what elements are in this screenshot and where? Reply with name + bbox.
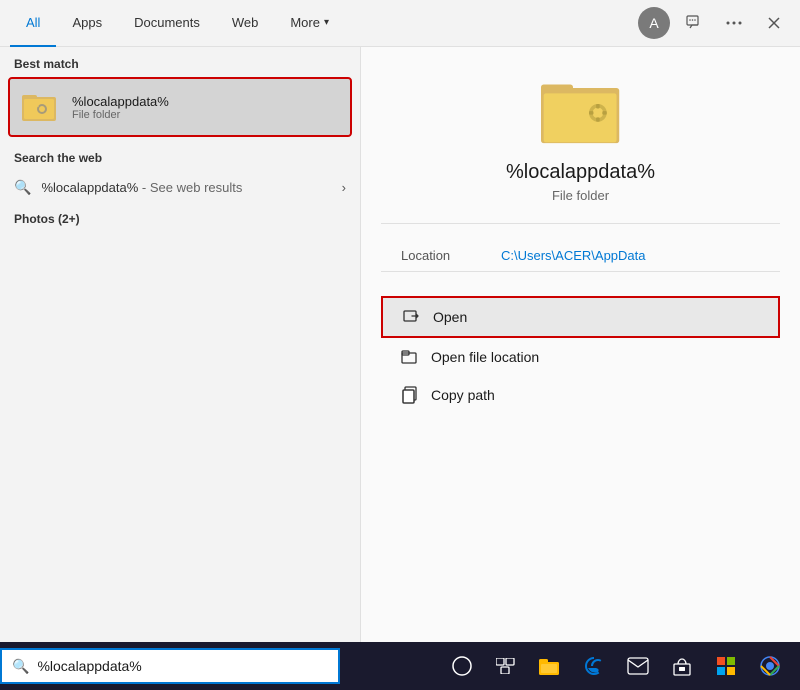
tab-all[interactable]: All	[10, 0, 56, 47]
web-search-text: %localappdata% - See web results	[41, 180, 242, 195]
detail-divider	[381, 223, 780, 224]
search-box-icon: 🔍	[12, 658, 29, 675]
best-match-title: %localappdata%	[72, 94, 169, 109]
best-match-text: %localappdata% File folder	[72, 94, 169, 121]
copy-path-label: Copy path	[431, 387, 495, 403]
windows-tiles-icon[interactable]	[706, 646, 746, 686]
chrome-icon[interactable]	[750, 646, 790, 686]
copy-path-button[interactable]: Copy path	[381, 376, 780, 414]
location-value[interactable]: C:\Users\ACER\AppData	[501, 248, 646, 263]
tab-web[interactable]: Web	[216, 0, 275, 47]
detail-actions: Open Open file location	[381, 296, 780, 414]
detail-location-row: Location C:\Users\ACER\AppData	[381, 240, 780, 271]
best-match-subtitle: File folder	[72, 109, 169, 121]
store-icon[interactable]	[662, 646, 702, 686]
tab-more[interactable]: More ▾	[274, 0, 345, 47]
ellipsis-icon	[726, 21, 742, 25]
left-panel: Best match %localappdata%	[0, 47, 360, 690]
task-view-icon[interactable]	[486, 646, 526, 686]
search-circle-icon[interactable]	[442, 646, 482, 686]
open-file-location-label: Open file location	[431, 349, 539, 365]
feedback-button[interactable]	[678, 7, 710, 39]
search-window: All Apps Documents Web More ▾ A	[0, 0, 800, 690]
taskbar-icons	[360, 642, 800, 690]
tab-more-label: More	[290, 15, 320, 30]
open-file-location-button[interactable]: Open file location	[381, 338, 780, 376]
tab-apps[interactable]: Apps	[56, 0, 118, 47]
copy-path-icon	[401, 386, 419, 404]
tab-apps-label: Apps	[72, 15, 102, 30]
right-panel: %localappdata% File folder Location C:\U…	[360, 47, 800, 690]
chevron-down-icon: ▾	[324, 17, 329, 28]
web-search-item[interactable]: 🔍 %localappdata% - See web results ›	[0, 171, 360, 204]
chevron-right-icon: ›	[342, 180, 346, 195]
search-box[interactable]: 🔍	[0, 648, 340, 684]
avatar-letter: A	[649, 15, 658, 31]
detail-title: %localappdata%	[506, 161, 655, 184]
mail-icon[interactable]	[618, 646, 658, 686]
close-icon	[768, 17, 780, 29]
open-button[interactable]: Open	[381, 296, 780, 338]
tab-all-label: All	[26, 15, 40, 30]
tab-web-label: Web	[232, 15, 259, 30]
file-explorer-icon[interactable]	[530, 646, 570, 686]
search-input[interactable]	[37, 658, 328, 674]
avatar[interactable]: A	[638, 7, 670, 39]
detail-folder-icon	[541, 77, 621, 147]
nav-right-controls: A	[638, 7, 790, 39]
detail-panel: %localappdata% File folder Location C:\U…	[361, 47, 800, 434]
folder-icon	[22, 89, 58, 125]
tab-documents[interactable]: Documents	[118, 0, 216, 47]
nav-tabs: All Apps Documents Web More ▾ A	[0, 0, 800, 47]
open-file-location-icon	[401, 348, 419, 366]
photos-label: Photos (2+)	[0, 204, 360, 232]
folder-icon-container	[20, 87, 60, 127]
location-label: Location	[401, 248, 501, 263]
tab-documents-label: Documents	[134, 15, 200, 30]
best-match-label: Best match	[0, 47, 360, 77]
web-search-label: Search the web	[0, 141, 360, 171]
search-icon: 🔍	[14, 179, 31, 196]
content-area: Best match %localappdata%	[0, 47, 800, 690]
open-icon	[403, 308, 421, 326]
feedback-icon	[686, 15, 702, 31]
close-button[interactable]	[758, 7, 790, 39]
open-label: Open	[433, 309, 467, 325]
detail-divider-2	[381, 271, 780, 272]
detail-subtitle: File folder	[552, 188, 609, 203]
edge-browser-icon[interactable]	[574, 646, 614, 686]
more-options-button[interactable]	[718, 7, 750, 39]
best-match-item[interactable]: %localappdata% File folder	[8, 77, 352, 137]
